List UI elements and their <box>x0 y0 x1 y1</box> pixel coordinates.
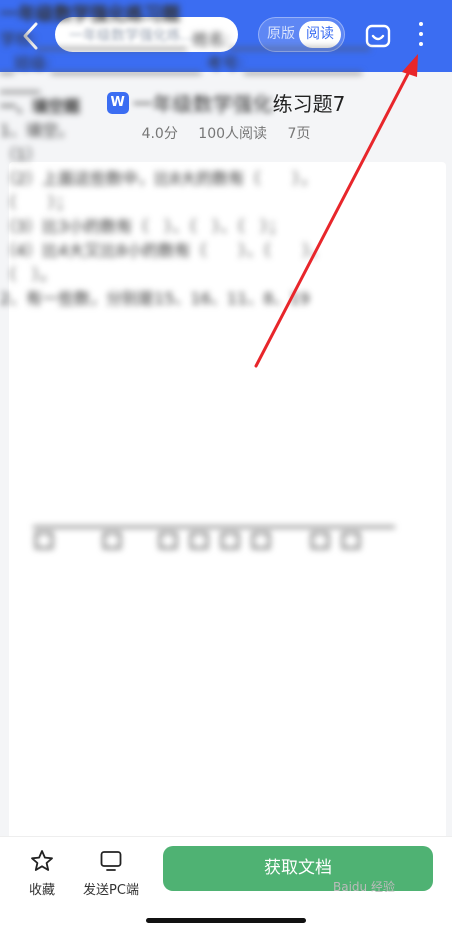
star-icon <box>31 850 53 871</box>
question-1-4: （4）比4大又比8小的数有（ ）、（ ）、 <box>0 241 327 260</box>
doc-form-row-1: 学校: 姓名: <box>0 26 452 50</box>
question-1-1: （1） <box>0 145 43 164</box>
doc-heading: 一年级数学强化练习题 <box>0 4 180 25</box>
home-indicator[interactable] <box>146 918 306 923</box>
favorite-button[interactable]: 收藏 <box>24 849 60 898</box>
app-screen: 一年级数学强化练... 原版 阅读 W 一年级数学强化练习题7 4.0分 100人… <box>0 0 452 935</box>
favorite-label: 收藏 <box>28 883 55 898</box>
name-label: 姓名: <box>192 30 230 49</box>
send-to-pc-button[interactable]: 发送PC端 <box>77 849 145 898</box>
section-heading: 一、填空题 <box>0 97 81 116</box>
doc-form-row-3 <box>0 74 452 93</box>
question-2: 2、有一些数，分别是15、16、11、8、19 <box>0 289 310 308</box>
question-1-2-cont: （ ）； <box>0 193 73 212</box>
monitor-icon <box>100 851 122 871</box>
class-label: 班级: <box>14 54 52 73</box>
school-label: 学校: <box>0 30 38 49</box>
number-line-boxes <box>33 520 403 550</box>
question-1-4-cont: （ ）。 <box>0 265 57 284</box>
question-1-3: （3）比3小的数有（ ）、（ ）、（ ）； <box>0 217 285 236</box>
send-pc-label: 发送PC端 <box>83 883 139 898</box>
exam-no-label: 考号: <box>206 54 244 73</box>
doc-form-row-2: 班级: 考号: <box>0 50 452 74</box>
question-1: 1、填空。 <box>0 121 75 140</box>
watermark: Baidu 经验 <box>333 880 395 894</box>
question-1-2: （2）上面这些数中，比8大的数有（ ）， <box>0 169 317 188</box>
